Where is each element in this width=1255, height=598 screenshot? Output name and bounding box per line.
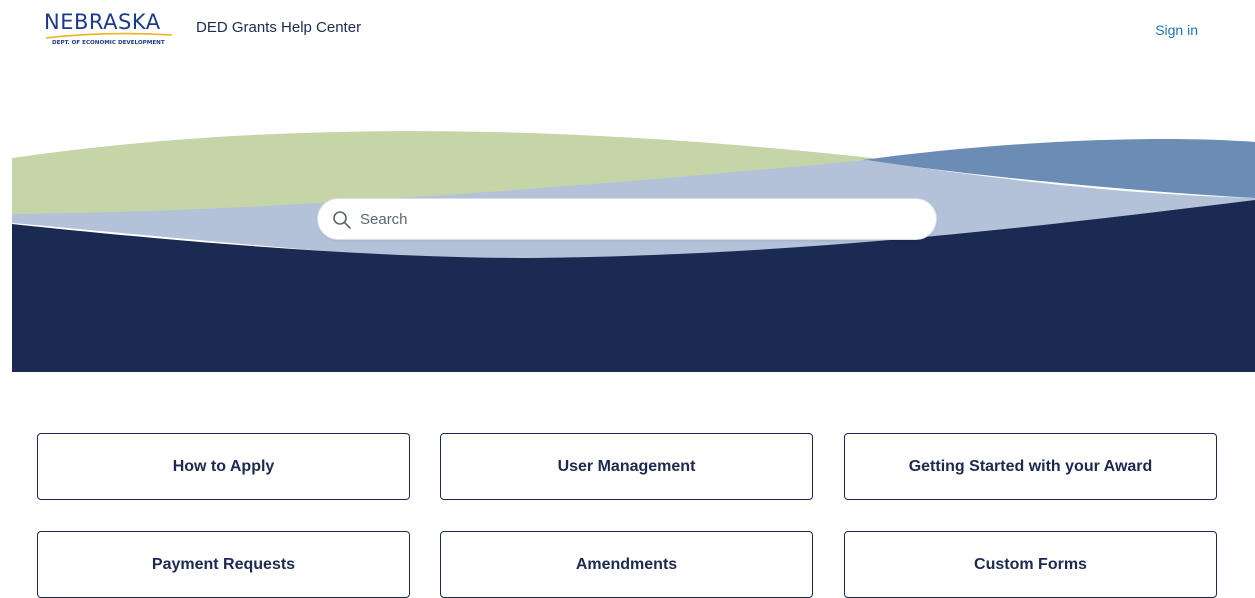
category-card-amendments[interactable]: Amendments <box>440 531 813 598</box>
logo-subtitle: DEPT. OF ECONOMIC DEVELOPMENT <box>52 40 165 46</box>
category-card-how-to-apply[interactable]: How to Apply <box>37 433 410 500</box>
search-input[interactable] <box>358 199 918 239</box>
category-card-getting-started[interactable]: Getting Started with your Award <box>844 433 1217 500</box>
site-header: NEBRASKA DEPT. OF ECONOMIC DEVELOPMENT D… <box>0 0 1255 60</box>
site-title[interactable]: DED Grants Help Center <box>196 19 361 36</box>
search-bar[interactable] <box>317 198 937 240</box>
sign-in-link[interactable]: Sign in <box>1155 22 1198 38</box>
logo-wordmark: NEBRASKA <box>44 10 161 34</box>
category-card-user-management[interactable]: User Management <box>440 433 813 500</box>
category-card-payment-requests[interactable]: Payment Requests <box>37 531 410 598</box>
search-icon <box>333 211 351 229</box>
category-card-custom-forms[interactable]: Custom Forms <box>844 531 1217 598</box>
nebraska-ded-logo[interactable]: NEBRASKA DEPT. OF ECONOMIC DEVELOPMENT <box>44 10 174 50</box>
